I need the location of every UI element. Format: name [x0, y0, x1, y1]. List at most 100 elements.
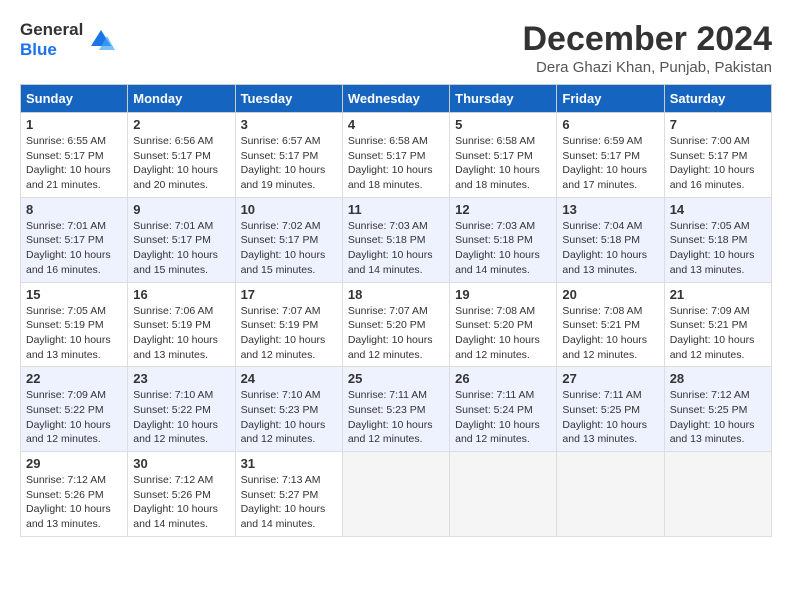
- calendar-table: Sunday Monday Tuesday Wednesday Thursday…: [20, 84, 772, 537]
- calendar-cell: 29 Sunrise: 7:12 AMSunset: 5:26 PMDayligh…: [21, 452, 128, 537]
- calendar-cell: 31 Sunrise: 7:13 AMSunset: 5:27 PMDayligh…: [235, 452, 342, 537]
- day-number: 29: [26, 456, 122, 471]
- day-info: Sunrise: 7:01 AMSunset: 5:17 PMDaylight:…: [26, 219, 122, 278]
- header-tuesday: Tuesday: [235, 85, 342, 113]
- calendar-cell: 16Sunrise: 7:06 AMSunset: 5:19 PMDayligh…: [128, 282, 235, 367]
- calendar-cell: 8 Sunrise: 7:01 AMSunset: 5:17 PMDaylight…: [21, 197, 128, 282]
- day-number: 8: [26, 202, 122, 217]
- calendar-week-row: 8 Sunrise: 7:01 AMSunset: 5:17 PMDaylight…: [21, 197, 772, 282]
- calendar-cell: 7 Sunrise: 7:00 AMSunset: 5:17 PMDaylight…: [664, 113, 771, 198]
- calendar-cell: 5 Sunrise: 6:58 AMSunset: 5:17 PMDaylight…: [450, 113, 557, 198]
- calendar-cell: [450, 452, 557, 537]
- calendar-cell: 12 Sunrise: 7:03 AMSunset: 5:18 PMDayligh…: [450, 197, 557, 282]
- day-number: 3: [241, 117, 337, 132]
- header-saturday: Saturday: [664, 85, 771, 113]
- day-info: Sunrise: 7:09 AMSunset: 5:22 PMDaylight:…: [26, 388, 122, 447]
- calendar-week-row: 22 Sunrise: 7:09 AMSunset: 5:22 PMDayligh…: [21, 367, 772, 452]
- calendar-cell: 17 Sunrise: 7:07 AMSunset: 5:19 PMDayligh…: [235, 282, 342, 367]
- calendar-cell: 18 Sunrise: 7:07 AMSunset: 5:20 PMDayligh…: [342, 282, 449, 367]
- day-info: Sunrise: 7:03 AMSunset: 5:18 PMDaylight:…: [455, 219, 551, 278]
- day-info: Sunrise: 7:09 AMSunset: 5:21 PMDaylight:…: [670, 304, 766, 363]
- calendar-cell: 22 Sunrise: 7:09 AMSunset: 5:22 PMDayligh…: [21, 367, 128, 452]
- title-section: December 2024 Dera Ghazi Khan, Punjab, P…: [522, 20, 772, 76]
- day-info: Sunrise: 7:05 AMSunset: 5:19 PMDaylight:…: [26, 304, 122, 363]
- calendar-cell: [664, 452, 771, 537]
- header-monday: Monday: [128, 85, 235, 113]
- day-info: Sunrise: 7:07 AMSunset: 5:20 PMDaylight:…: [348, 304, 444, 363]
- day-info: Sunrise: 6:55 AMSunset: 5:17 PMDaylight:…: [26, 134, 122, 193]
- day-info: Sunrise: 7:02 AMSunset: 5:17 PMDaylight:…: [241, 219, 337, 278]
- day-number: 26: [455, 371, 551, 386]
- calendar-cell: 26 Sunrise: 7:11 AMSunset: 5:24 PMDayligh…: [450, 367, 557, 452]
- calendar-cell: 13 Sunrise: 7:04 AMSunset: 5:18 PMDayligh…: [557, 197, 664, 282]
- day-number: 15: [26, 287, 122, 302]
- calendar-cell: 19 Sunrise: 7:08 AMSunset: 5:20 PMDayligh…: [450, 282, 557, 367]
- day-number: 23: [133, 371, 229, 386]
- day-info: Sunrise: 7:10 AMSunset: 5:23 PMDaylight:…: [241, 388, 337, 447]
- day-number: 16: [133, 287, 229, 302]
- day-info: Sunrise: 7:11 AMSunset: 5:25 PMDaylight:…: [562, 388, 658, 447]
- calendar-cell: 20 Sunrise: 7:08 AMSunset: 5:21 PMDayligh…: [557, 282, 664, 367]
- day-number: 21: [670, 287, 766, 302]
- day-info: Sunrise: 7:03 AMSunset: 5:18 PMDaylight:…: [348, 219, 444, 278]
- calendar-cell: 14 Sunrise: 7:05 AMSunset: 5:18 PMDayligh…: [664, 197, 771, 282]
- calendar-cell: 15 Sunrise: 7:05 AMSunset: 5:19 PMDayligh…: [21, 282, 128, 367]
- calendar-cell: 3 Sunrise: 6:57 AMSunset: 5:17 PMDaylight…: [235, 113, 342, 198]
- day-number: 31: [241, 456, 337, 471]
- calendar-cell: 10Sunrise: 7:02 AMSunset: 5:17 PMDayligh…: [235, 197, 342, 282]
- day-info: Sunrise: 7:00 AMSunset: 5:17 PMDaylight:…: [670, 134, 766, 193]
- day-number: 12: [455, 202, 551, 217]
- day-info: Sunrise: 7:11 AMSunset: 5:24 PMDaylight:…: [455, 388, 551, 447]
- logo: General Blue: [20, 20, 115, 59]
- calendar-cell: 24Sunrise: 7:10 AMSunset: 5:23 PMDayligh…: [235, 367, 342, 452]
- day-number: 28: [670, 371, 766, 386]
- logo-general: General: [20, 20, 83, 39]
- day-number: 14: [670, 202, 766, 217]
- calendar-week-row: 15 Sunrise: 7:05 AMSunset: 5:19 PMDayligh…: [21, 282, 772, 367]
- day-info: Sunrise: 6:56 AMSunset: 5:17 PMDaylight:…: [133, 134, 229, 193]
- logo-blue: Blue: [20, 40, 57, 60]
- day-info: Sunrise: 6:58 AMSunset: 5:17 PMDaylight:…: [455, 134, 551, 193]
- day-number: 22: [26, 371, 122, 386]
- calendar-cell: 21 Sunrise: 7:09 AMSunset: 5:21 PMDayligh…: [664, 282, 771, 367]
- day-number: 13: [562, 202, 658, 217]
- day-number: 6: [562, 117, 658, 132]
- day-info: Sunrise: 7:12 AMSunset: 5:26 PMDaylight:…: [26, 473, 122, 532]
- month-title: December 2024: [522, 20, 772, 59]
- day-info: Sunrise: 7:08 AMSunset: 5:20 PMDaylight:…: [455, 304, 551, 363]
- day-info: Sunrise: 7:08 AMSunset: 5:21 PMDaylight:…: [562, 304, 658, 363]
- day-info: Sunrise: 7:07 AMSunset: 5:19 PMDaylight:…: [241, 304, 337, 363]
- day-number: 30: [133, 456, 229, 471]
- day-number: 27: [562, 371, 658, 386]
- day-number: 7: [670, 117, 766, 132]
- calendar-cell: 1 Sunrise: 6:55 AMSunset: 5:17 PMDaylight…: [21, 113, 128, 198]
- calendar-cell: 30 Sunrise: 7:12 AMSunset: 5:26 PMDayligh…: [128, 452, 235, 537]
- day-number: 1: [26, 117, 122, 132]
- day-number: 17: [241, 287, 337, 302]
- day-info: Sunrise: 7:04 AMSunset: 5:18 PMDaylight:…: [562, 219, 658, 278]
- day-info: Sunrise: 7:12 AMSunset: 5:26 PMDaylight:…: [133, 473, 229, 532]
- day-info: Sunrise: 7:13 AMSunset: 5:27 PMDaylight:…: [241, 473, 337, 532]
- calendar-cell: 28 Sunrise: 7:12 AMSunset: 5:25 PMDayligh…: [664, 367, 771, 452]
- day-info: Sunrise: 6:58 AMSunset: 5:17 PMDaylight:…: [348, 134, 444, 193]
- calendar-cell: 11Sunrise: 7:03 AMSunset: 5:18 PMDayligh…: [342, 197, 449, 282]
- day-number: 19: [455, 287, 551, 302]
- location-subtitle: Dera Ghazi Khan, Punjab, Pakistan: [522, 59, 772, 76]
- day-number: 5: [455, 117, 551, 132]
- calendar-cell: [557, 452, 664, 537]
- day-number: 9: [133, 202, 229, 217]
- day-info: Sunrise: 7:12 AMSunset: 5:25 PMDaylight:…: [670, 388, 766, 447]
- day-info: Sunrise: 6:57 AMSunset: 5:17 PMDaylight:…: [241, 134, 337, 193]
- day-info: Sunrise: 7:10 AMSunset: 5:22 PMDaylight:…: [133, 388, 229, 447]
- day-number: 18: [348, 287, 444, 302]
- header-friday: Friday: [557, 85, 664, 113]
- day-number: 4: [348, 117, 444, 132]
- header-wednesday: Wednesday: [342, 85, 449, 113]
- calendar-cell: 2Sunrise: 6:56 AMSunset: 5:17 PMDaylight…: [128, 113, 235, 198]
- day-number: 20: [562, 287, 658, 302]
- calendar-week-row: 1 Sunrise: 6:55 AMSunset: 5:17 PMDaylight…: [21, 113, 772, 198]
- calendar-cell: 4 Sunrise: 6:58 AMSunset: 5:17 PMDaylight…: [342, 113, 449, 198]
- calendar-week-row: 29 Sunrise: 7:12 AMSunset: 5:26 PMDayligh…: [21, 452, 772, 537]
- day-info: Sunrise: 7:01 AMSunset: 5:17 PMDaylight:…: [133, 219, 229, 278]
- day-info: Sunrise: 7:05 AMSunset: 5:18 PMDaylight:…: [670, 219, 766, 278]
